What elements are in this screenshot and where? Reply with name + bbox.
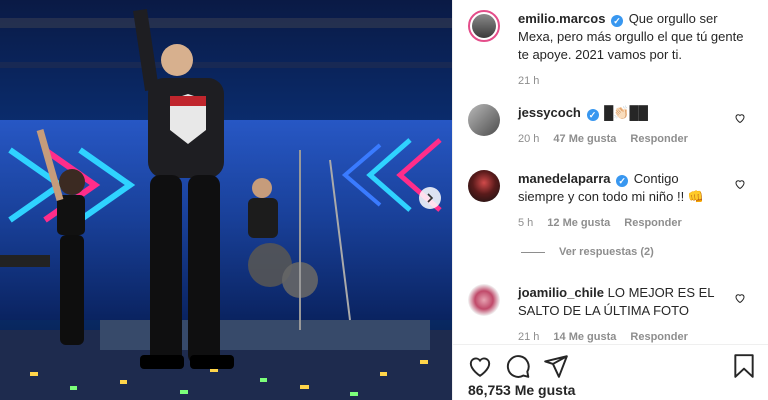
commenter-avatar[interactable] [468, 284, 500, 316]
verified-badge-icon: ✓ [616, 175, 629, 187]
likes-label: Me gusta [514, 382, 576, 398]
comment-item: manedelaparra ✓ Contigo siempre y con to… [468, 170, 758, 232]
commenter-avatar[interactable] [468, 104, 500, 136]
reply-button[interactable]: Responder [624, 214, 681, 232]
comment-username[interactable]: joamilio_chile [518, 285, 604, 300]
comment-likes[interactable]: 14 Me gusta [553, 328, 616, 344]
commenter-avatar[interactable] [468, 170, 500, 202]
view-replies-button[interactable]: Ver respuestas (2) [521, 246, 654, 258]
reply-button[interactable]: Responder [630, 328, 687, 344]
comment-likes[interactable]: 12 Me gusta [547, 214, 610, 232]
view-replies-label: Ver respuestas (2) [559, 246, 654, 258]
comment-time[interactable]: 5 h [518, 214, 533, 232]
comment-username[interactable]: jessycoch [518, 105, 581, 120]
bookmark-icon[interactable] [731, 353, 757, 379]
comment-like-heart-icon[interactable] [734, 292, 746, 304]
likes-number: 86,753 [468, 382, 511, 398]
verified-badge-icon: ✓ [611, 15, 624, 27]
comment-likes[interactable]: 47 Me gusta [553, 130, 616, 148]
replies-divider [521, 251, 545, 253]
comments-list: emilio.marcos ✓ Que orgullo ser Mexa, pe… [453, 0, 768, 344]
comment-username[interactable]: manedelaparra [518, 171, 611, 186]
comment-like-heart-icon[interactable] [734, 112, 746, 124]
comment-like-heart-icon[interactable] [734, 178, 746, 190]
verified-badge-icon: ✓ [586, 109, 599, 121]
comment-time[interactable]: 20 h [518, 130, 539, 148]
chevron-right-icon [427, 193, 434, 203]
comment-icon[interactable] [505, 353, 531, 379]
post-caption: emilio.marcos ✓ Que orgullo ser Mexa, pe… [468, 10, 758, 90]
paper-plane-icon[interactable] [543, 353, 569, 379]
likes-count[interactable]: 86,753 Me gusta [468, 382, 575, 398]
heart-icon[interactable] [467, 353, 493, 379]
comment-time[interactable]: 21 h [518, 328, 539, 344]
comment-item: joamilio_chile LO MEJOR ES EL SALTO DE L… [468, 284, 758, 344]
author-avatar[interactable] [468, 10, 500, 42]
comment-text: █👏🏻██ [604, 105, 648, 120]
reply-button[interactable]: Responder [630, 130, 687, 148]
comment-item: jessycoch ✓ █👏🏻██ 20 h 47 Me gusta Respo… [468, 104, 758, 148]
caption-time[interactable]: 21 h [518, 72, 539, 90]
post-media[interactable] [0, 0, 452, 400]
post-sidebar: emilio.marcos ✓ Que orgullo ser Mexa, pe… [452, 0, 768, 400]
author-username[interactable]: emilio.marcos [518, 11, 605, 26]
concert-photo [0, 0, 452, 400]
next-photo-button[interactable] [419, 187, 441, 209]
